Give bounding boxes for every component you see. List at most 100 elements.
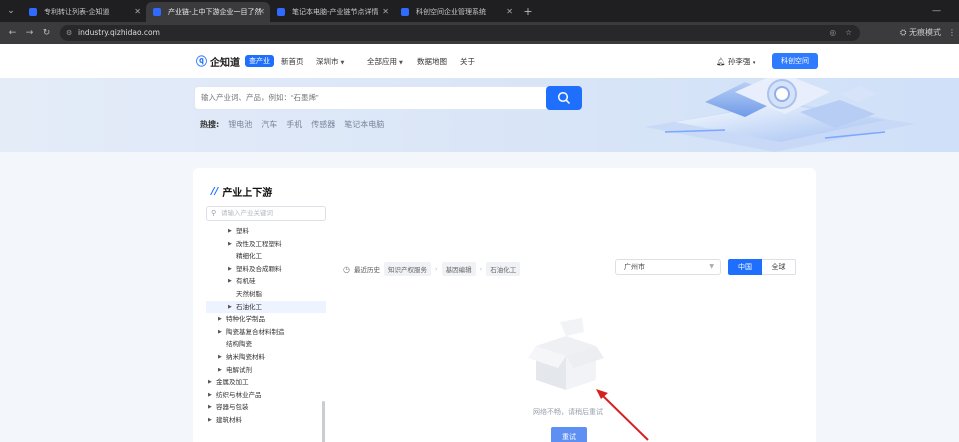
search-button[interactable] xyxy=(546,86,582,110)
close-icon[interactable]: ✕ xyxy=(258,2,265,22)
tree-item[interactable]: ▶ 电解试剂 xyxy=(206,364,326,377)
caret-right-icon[interactable]: ▶ xyxy=(208,389,212,402)
tree-item[interactable]: 精细化工 xyxy=(206,250,326,263)
tree-item[interactable]: 结构陶瓷 xyxy=(206,338,326,351)
tab-title: 专利转让列表-企知道 xyxy=(44,8,110,16)
nav-item[interactable]: 新首页 xyxy=(281,56,304,67)
user-menu[interactable]: 🔔︎ 孙李强 ▾ xyxy=(716,56,755,67)
site-header: ⓠ 企知道 查产业 新首页 深圳市 ▼ 全部应用 ▼ 数据地图 关于 🔔︎ 孙李强 ▾ 科创… xyxy=(0,44,959,78)
favicon-icon xyxy=(401,8,409,16)
tree-item[interactable]: ▶ 纳米陶瓷材料 xyxy=(206,351,326,364)
address-bar[interactable]: ⚙ industry.qizhidao.com ◎ ☆ xyxy=(60,25,860,41)
caret-right-icon[interactable]: ▶ xyxy=(218,313,222,326)
caret-right-icon[interactable]: ▶ xyxy=(218,351,222,364)
browser-tab[interactable]: 产业链-上中下游企业一目了然 ✕ xyxy=(146,2,270,22)
tree-item-label: 容器与包装 xyxy=(216,403,249,412)
tree-search-placeholder: 请输入产业关键词 xyxy=(221,209,273,217)
nav-item[interactable]: 深圳市 ▼ xyxy=(316,56,344,67)
nav-item[interactable]: 数据地图 xyxy=(417,56,447,67)
close-icon[interactable]: ✕ xyxy=(134,2,141,22)
nav-item[interactable]: 关于 xyxy=(460,56,475,67)
browser-tab[interactable]: 专利转让列表-企知道 ✕ xyxy=(22,2,146,22)
tree-item[interactable]: ▶ 石油化工 xyxy=(206,300,326,314)
nav-item[interactable]: 全部应用 ▼ xyxy=(367,56,403,67)
science-space-button[interactable]: 科创空间 xyxy=(772,53,818,69)
caret-right-icon[interactable]: ▶ xyxy=(228,301,232,314)
scope-global-button[interactable]: 全球 xyxy=(762,259,796,275)
caret-right-icon[interactable]: ▶ xyxy=(228,275,232,288)
eye-off-icon[interactable]: ◎ xyxy=(829,25,836,41)
hot-search-item[interactable]: 手机 xyxy=(286,119,302,130)
history-separator-icon: › xyxy=(434,265,438,273)
panel-title: // 产业上下游 xyxy=(211,184,272,199)
region-value: 广州市 xyxy=(624,263,645,271)
site-logo[interactable]: ⓠ 企知道 查产业 xyxy=(196,54,274,69)
hot-search-item[interactable]: 笔记本电脑 xyxy=(344,119,384,130)
caret-right-icon[interactable]: ▶ xyxy=(228,238,232,251)
favicon-icon xyxy=(277,8,285,16)
search-input[interactable] xyxy=(201,87,531,109)
caret-right-icon[interactable]: ▶ xyxy=(208,401,212,414)
tree-item[interactable]: ▶ 特种化学制品 xyxy=(206,313,326,326)
forward-icon[interactable]: → xyxy=(21,28,38,38)
scope-china-button[interactable]: 中国 xyxy=(728,259,762,275)
profile-button[interactable]: ⛭ 无痕模式 xyxy=(900,22,941,44)
chevron-down-icon: ▼ xyxy=(709,263,714,270)
history-chip[interactable]: 知识产权服务 xyxy=(383,262,431,276)
browser-toolbar: ← → ↻ ⚙ industry.qizhidao.com ◎ ☆ ⛭ 无痕模式… xyxy=(0,22,959,44)
hot-search: 热搜: 锂电池 汽车 手机 传感器 笔记本电脑 xyxy=(200,119,384,130)
logo-icon: ⓠ xyxy=(196,55,207,68)
tree-item[interactable]: ▶ 塑料及合成颗料 xyxy=(206,263,326,276)
hot-search-item[interactable]: 传感器 xyxy=(311,119,335,130)
tree-item[interactable]: ▶ 金属及加工 xyxy=(206,376,326,389)
history-chip[interactable]: 石油化工 xyxy=(486,262,521,276)
logo-badge: 查产业 xyxy=(245,55,274,67)
tree-item[interactable]: ▶ 塑料 xyxy=(206,225,326,238)
tree-scrollbar[interactable] xyxy=(322,401,325,442)
caret-right-icon[interactable]: ▶ xyxy=(208,414,212,427)
tree-item[interactable]: ▶ 陶瓷基复合材料制造 xyxy=(206,326,326,339)
close-icon[interactable]: ✕ xyxy=(382,2,389,22)
close-icon[interactable]: ✕ xyxy=(506,2,513,22)
caret-right-icon[interactable]: ▶ xyxy=(218,364,222,377)
menu-icon[interactable]: ⋮ xyxy=(948,22,956,44)
retry-button[interactable]: 重试 xyxy=(551,427,587,442)
tree-item[interactable]: 天然树脂 xyxy=(206,288,326,301)
minimize-button[interactable]: — xyxy=(932,0,941,22)
tree-item-label: 特种化学制品 xyxy=(226,315,265,324)
browser-tab[interactable]: 笔记本电脑-产业链节点详情 ✕ xyxy=(270,2,394,22)
tab-title: 产业链-上中下游企业一目了然 xyxy=(168,8,262,16)
tree-item[interactable]: ▶ 改性及工程塑料 xyxy=(206,238,326,251)
tree-search-input[interactable]: ⚲ 请输入产业关键词 xyxy=(206,206,326,221)
tree-item[interactable]: ▶ 建筑材料 xyxy=(206,414,326,427)
hot-search-item[interactable]: 汽车 xyxy=(261,119,277,130)
back-icon[interactable]: ← xyxy=(4,28,21,38)
tree-item[interactable]: ▶ 纺织与林业产品 xyxy=(206,389,326,402)
hot-search-item[interactable]: 锂电池 xyxy=(228,119,252,130)
new-tab-button[interactable]: + xyxy=(518,2,538,22)
tree-item-label: 塑料及合成颗料 xyxy=(236,264,282,273)
nav-label: 关于 xyxy=(460,57,475,66)
site-info-icon[interactable]: ⚙ xyxy=(66,25,72,41)
tree-item[interactable]: ▶ 有机硅 xyxy=(206,275,326,288)
hero-illustration xyxy=(645,72,915,152)
reload-icon[interactable]: ↻ xyxy=(38,28,55,38)
bell-icon[interactable]: 🔔︎ xyxy=(716,57,726,66)
caret-right-icon[interactable]: ▶ xyxy=(228,225,232,238)
tree-item-label: 金属及加工 xyxy=(216,378,249,387)
page: ⓠ 企知道 查产业 新首页 深圳市 ▼ 全部应用 ▼ 数据地图 关于 🔔︎ 孙李强 ▾ 科创… xyxy=(0,44,959,442)
caret-right-icon[interactable]: ▶ xyxy=(228,263,232,276)
tree-item[interactable]: ▶ 容器与包装 xyxy=(206,401,326,414)
tab-search-icon[interactable]: ⌄ xyxy=(0,0,22,22)
browser-tab[interactable]: 科创空间企业管理系统 ✕ xyxy=(394,2,518,22)
caret-right-icon[interactable]: ▶ xyxy=(218,326,222,339)
hot-search-label: 热搜: xyxy=(200,120,220,129)
star-icon[interactable]: ☆ xyxy=(845,25,852,41)
history-chip[interactable]: 基因编辑 xyxy=(441,262,476,276)
chevron-down-icon: ▼ xyxy=(340,60,345,66)
caret-right-icon[interactable]: ▶ xyxy=(208,376,212,389)
tree-item-label: 天然树脂 xyxy=(236,289,262,298)
region-select[interactable]: 广州市 ▼ xyxy=(615,259,721,275)
tree-item-label: 石油化工 xyxy=(236,302,262,311)
tree-item-label: 塑料 xyxy=(236,227,249,235)
